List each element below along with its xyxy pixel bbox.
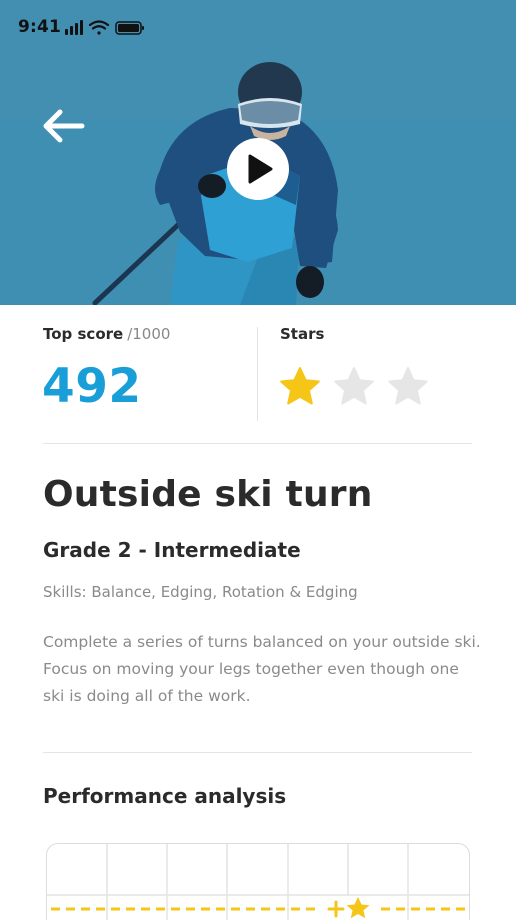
back-button[interactable] bbox=[38, 104, 90, 148]
stars-rating: Stars bbox=[280, 325, 428, 405]
star-filled-icon bbox=[280, 367, 320, 405]
performance-grid bbox=[47, 844, 469, 920]
lesson-title: Outside ski turn bbox=[43, 474, 373, 515]
wifi-icon bbox=[88, 20, 110, 35]
score-divider bbox=[257, 327, 258, 421]
top-score-label-text: Top score bbox=[43, 325, 124, 343]
performance-title: Performance analysis bbox=[43, 784, 287, 808]
video-hero[interactable]: 9:41 bbox=[0, 0, 516, 305]
play-icon bbox=[248, 154, 273, 184]
top-score: Top score/1000 492 bbox=[42, 325, 170, 414]
status-icons bbox=[65, 20, 144, 35]
lesson-skills: Skills: Balance, Edging, Rotation & Edgi… bbox=[43, 583, 358, 601]
arrow-left-icon bbox=[43, 109, 85, 143]
status-bar: 9:41 bbox=[0, 0, 516, 56]
star-empty-icon bbox=[334, 367, 374, 405]
score-summary: Top score/1000 492 Stars bbox=[42, 325, 472, 423]
lesson-grade: Grade 2 - Intermediate bbox=[43, 538, 301, 562]
divider bbox=[43, 752, 472, 753]
top-score-label: Top score/1000 bbox=[43, 325, 170, 343]
battery-icon bbox=[115, 21, 144, 35]
lesson-description: Complete a series of turns balanced on y… bbox=[43, 633, 481, 705]
performance-chart bbox=[46, 843, 470, 920]
top-score-max: /1000 bbox=[127, 325, 171, 343]
star-empty-icon bbox=[388, 367, 428, 405]
top-score-value: 492 bbox=[42, 359, 142, 414]
status-time: 9:41 bbox=[18, 17, 62, 37]
stars-label: Stars bbox=[280, 325, 325, 343]
stars-row bbox=[278, 366, 438, 410]
signal-icon bbox=[65, 20, 83, 35]
divider bbox=[43, 443, 472, 444]
play-button[interactable] bbox=[227, 138, 289, 200]
